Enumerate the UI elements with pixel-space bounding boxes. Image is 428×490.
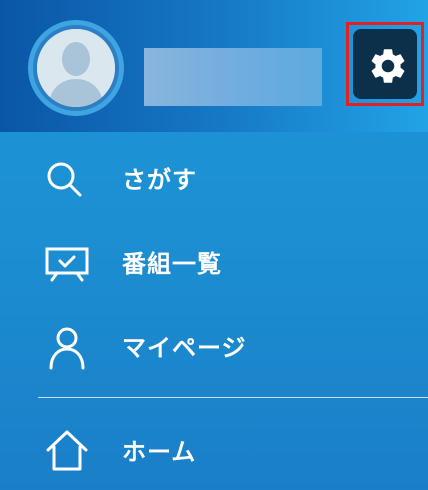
avatar[interactable] [28,20,124,116]
tv-check-icon [42,240,92,286]
menu-item-label: マイページ [122,334,247,362]
profile-header [0,0,428,132]
search-icon [42,156,92,202]
settings-button[interactable] [346,22,424,106]
side-menu-panel: さがす 番組一覧 マイページ ホーム [0,0,428,490]
menu-item-program-list[interactable]: 番組一覧 [0,222,428,306]
user-silhouette-icon [37,29,115,107]
menu-item-home[interactable]: ホーム [0,410,428,490]
person-icon [42,324,92,370]
home-icon [42,426,92,476]
menu-item-mypage[interactable]: マイページ [0,306,428,390]
main-menu: さがす 番組一覧 マイページ [0,138,428,390]
menu-item-label: さがす [122,166,197,194]
gear-icon [371,49,405,83]
menu-item-label: ホーム [122,438,197,466]
username-field [144,48,322,106]
avatar-image [37,29,115,107]
menu-item-search[interactable]: さがす [0,138,428,222]
menu-divider [38,397,428,398]
settings-button-bg [353,29,417,99]
menu-item-label: 番組一覧 [122,250,222,278]
